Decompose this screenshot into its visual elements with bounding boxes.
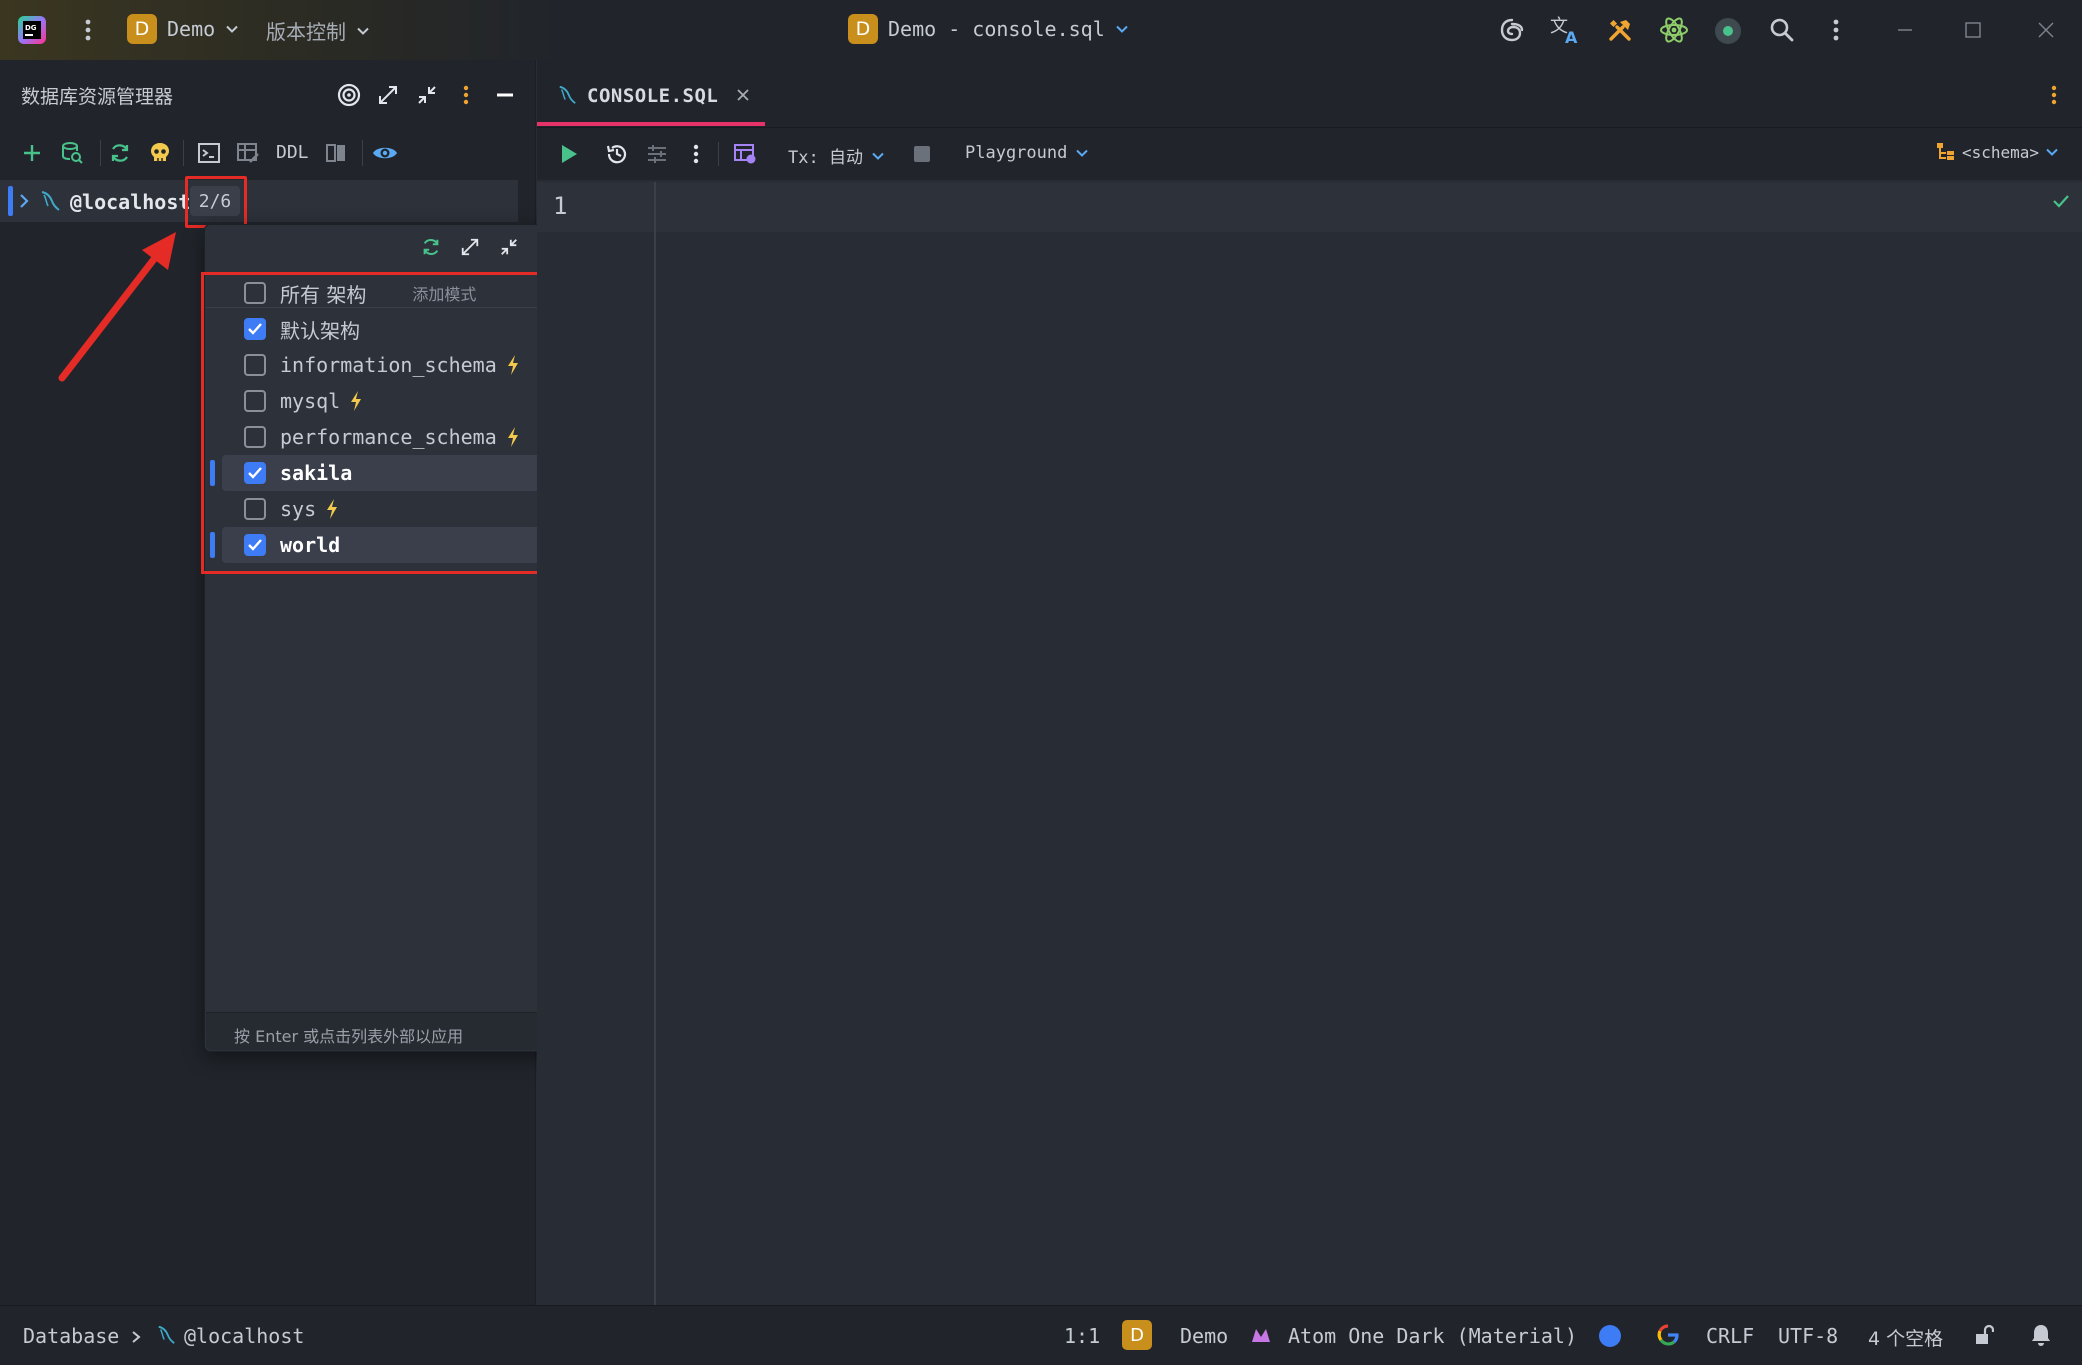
history-icon[interactable] <box>603 140 631 168</box>
skull-icon[interactable] <box>145 138 175 168</box>
hide-panel-icon[interactable] <box>491 81 519 109</box>
toolbar-more-icon[interactable] <box>688 140 704 168</box>
more-vert-icon[interactable] <box>1826 14 1846 46</box>
playground-dropdown[interactable]: Playground <box>965 143 1089 163</box>
toolbar-divider <box>362 140 363 166</box>
editor-toolbar <box>537 128 2082 180</box>
line-ending[interactable]: CRLF <box>1706 1324 1754 1348</box>
status-dot-icon[interactable] <box>1713 16 1743 46</box>
svg-text:A: A <box>1565 28 1578 46</box>
toolbar-divider <box>718 142 719 166</box>
tx-label: Tx: 自动 <box>788 148 863 168</box>
ai-assistant-icon[interactable] <box>1496 15 1528 45</box>
active-tab-indicator <box>537 122 765 126</box>
popup-refresh-icon[interactable] <box>418 234 444 260</box>
window-title-text: Demo - console.sql <box>888 17 1105 41</box>
chevron-down-icon <box>1076 149 1089 157</box>
unlock-icon[interactable] <box>1972 1323 1996 1347</box>
project-badge: D <box>127 14 157 44</box>
refresh-icon[interactable] <box>105 138 135 168</box>
line-number: 1 <box>553 192 568 220</box>
toolbar-divider <box>183 140 184 166</box>
toolbar-divider <box>100 140 101 166</box>
connection-label[interactable]: @localhost <box>70 190 190 214</box>
playground-label: Playground <box>965 143 1068 163</box>
mysql-connection-icon <box>38 188 62 214</box>
close-icon[interactable] <box>2033 17 2059 43</box>
caret-position[interactable]: 1:1 <box>1064 1324 1100 1348</box>
breadcrumb-database[interactable]: Database <box>23 1324 119 1348</box>
minimize-icon[interactable] <box>1893 20 1917 40</box>
schema-list-highlight-box <box>201 272 575 574</box>
status-project-badge: D <box>1122 1320 1152 1350</box>
mysql-connection-icon <box>154 1322 178 1348</box>
sql-editor[interactable] <box>537 180 2082 1305</box>
main-menu-icon[interactable] <box>76 14 100 46</box>
project-switcher[interactable]: D Demo <box>127 14 239 44</box>
execute-play-icon[interactable] <box>556 140 582 168</box>
schema-label: <schema> <box>1962 142 2040 162</box>
add-icon[interactable] <box>17 138 47 168</box>
breadcrumb-chevron-icon <box>128 1328 144 1346</box>
translate-icon[interactable]: 文A <box>1549 14 1583 46</box>
panel-options-icon[interactable] <box>452 81 480 109</box>
chevron-right-icon[interactable] <box>16 192 32 210</box>
chevron-down-icon <box>357 27 369 35</box>
no-problems-check-icon[interactable] <box>2050 190 2072 212</box>
data-source-properties-icon[interactable] <box>57 138 87 168</box>
popup-expand-icon[interactable] <box>457 234 483 260</box>
gutter-separator <box>654 182 656 1305</box>
vcs-label: 版本控制 <box>266 20 346 44</box>
current-line-highlight <box>537 182 2082 232</box>
mysql-file-icon <box>556 82 578 108</box>
annotation-arrow-icon <box>58 232 176 382</box>
tree-selection-marker <box>8 186 13 216</box>
google-icon[interactable] <box>1656 1323 1680 1347</box>
locate-icon[interactable] <box>335 81 363 109</box>
theme-name[interactable]: Atom One Dark (Material) <box>1288 1324 1577 1348</box>
compare-icon[interactable] <box>321 138 351 168</box>
search-icon[interactable] <box>1767 15 1797 45</box>
chevron-down-icon <box>2046 148 2058 156</box>
settings-sliders-icon[interactable] <box>643 140 671 168</box>
svg-text:DG: DG <box>25 24 37 32</box>
editor-tab-bar <box>537 60 2082 128</box>
status-bar <box>0 1305 2082 1365</box>
expand-all-icon[interactable] <box>374 81 402 109</box>
chevron-down-icon <box>1116 25 1128 33</box>
transaction-mode-dropdown[interactable]: Tx: 自动 <box>788 143 885 168</box>
file-encoding[interactable]: UTF-8 <box>1778 1324 1838 1348</box>
breadcrumb-localhost[interactable]: @localhost <box>184 1324 304 1348</box>
collapse-all-icon[interactable] <box>413 81 441 109</box>
edit-table-icon[interactable] <box>233 138 263 168</box>
popup-footer-hint: 按 Enter 或点击列表外部以应用 <box>234 1027 464 1046</box>
notifications-bell-icon[interactable] <box>2029 1322 2053 1348</box>
project-name: Demo <box>167 17 216 41</box>
vcs-menu[interactable]: 版本控制 <box>266 16 370 45</box>
tab-options-icon[interactable] <box>2044 82 2064 108</box>
schema-selector[interactable]: <schema> <box>1936 142 2059 162</box>
material-theme-icon <box>1250 1324 1272 1346</box>
window-title[interactable]: D Demo - console.sql <box>848 14 1129 44</box>
popup-collapse-icon[interactable] <box>496 234 522 260</box>
tab-label: CONSOLE.SQL <box>587 85 719 107</box>
ide-logo-icon[interactable]: DG <box>16 14 48 46</box>
ddl-button[interactable]: DDL <box>276 142 309 163</box>
chevron-down-icon <box>226 25 238 33</box>
build-tools-icon[interactable] <box>1604 14 1636 46</box>
output-view-icon[interactable] <box>731 140 759 168</box>
accent-color-dot-icon[interactable] <box>1599 1325 1621 1347</box>
title-project-badge: D <box>848 14 878 44</box>
chevron-down-icon <box>872 152 884 160</box>
schema-tree-icon <box>1937 143 1954 160</box>
status-project-name[interactable]: Demo <box>1180 1324 1228 1348</box>
maximize-icon[interactable] <box>1961 18 1985 42</box>
view-options-eye-icon[interactable] <box>370 138 400 168</box>
tab-close-icon[interactable] <box>732 84 754 106</box>
stop-icon[interactable] <box>914 146 930 162</box>
indent-setting[interactable]: 4 个空格 <box>1868 1324 1943 1351</box>
atom-plugin-icon[interactable] <box>1657 14 1691 46</box>
query-console-icon[interactable] <box>194 138 224 168</box>
database-explorer-title: 数据库资源管理器 <box>21 86 174 108</box>
